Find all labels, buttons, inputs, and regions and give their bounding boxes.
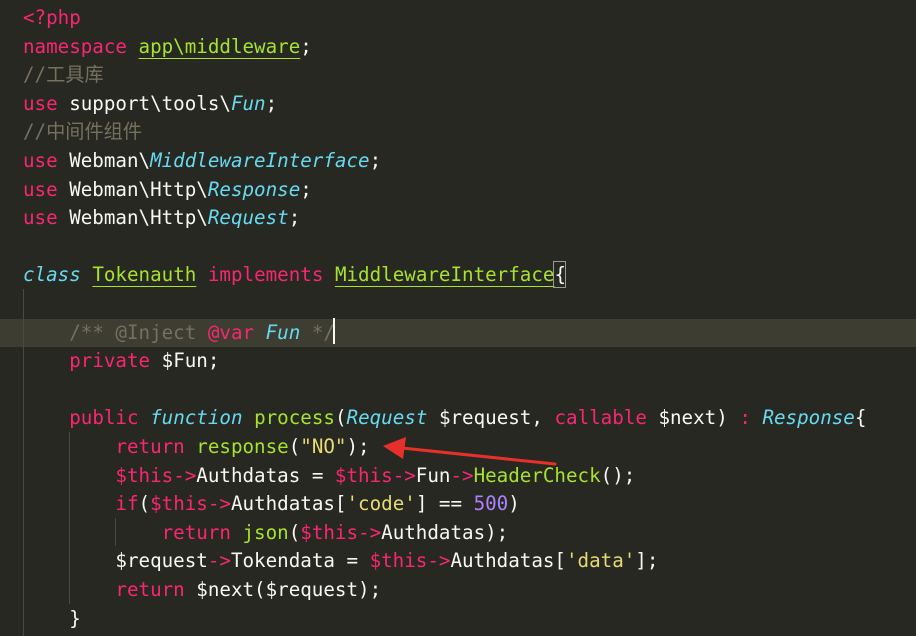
code-editor[interactable]: <?php namespace app\middleware;//工具库 use s…: [0, 0, 916, 636]
annotation-arrow: [383, 437, 557, 466]
